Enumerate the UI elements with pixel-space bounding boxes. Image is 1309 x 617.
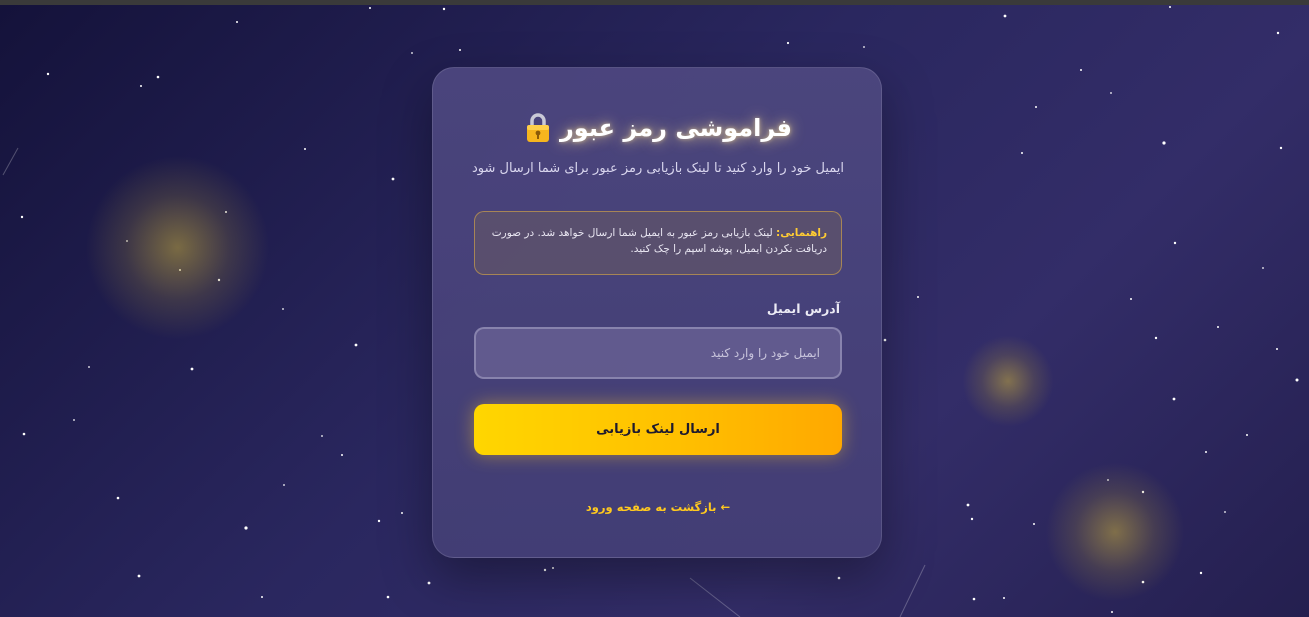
- title-row: فراموشی رمز عبور: [433, 110, 883, 146]
- send-reset-link-button[interactable]: ارسال لینک بازیابی: [474, 404, 842, 455]
- email-label: آدرس ایمیل: [766, 301, 840, 316]
- glow-orb-left: [85, 155, 270, 340]
- page-title: فراموشی رمز عبور: [559, 114, 793, 142]
- forgot-password-card: فراموشی رمز عبور ایمیل خود را وارد کنید …: [432, 67, 882, 558]
- glow-orb-right-middle: [962, 335, 1054, 427]
- hint-box: راهنمایی: لینک بازیابی رمز عبور به ایمیل…: [474, 211, 842, 275]
- hint-label: راهنمایی:: [776, 227, 827, 239]
- email-input[interactable]: [474, 327, 842, 379]
- back-to-login-link[interactable]: ← بازگشت به صفحه ورود: [433, 500, 883, 514]
- lock-icon: [524, 112, 552, 144]
- glow-orb-right-bottom: [1045, 462, 1185, 602]
- page-subtitle: ایمیل خود را وارد کنید تا لینک بازیابی ر…: [471, 161, 844, 176]
